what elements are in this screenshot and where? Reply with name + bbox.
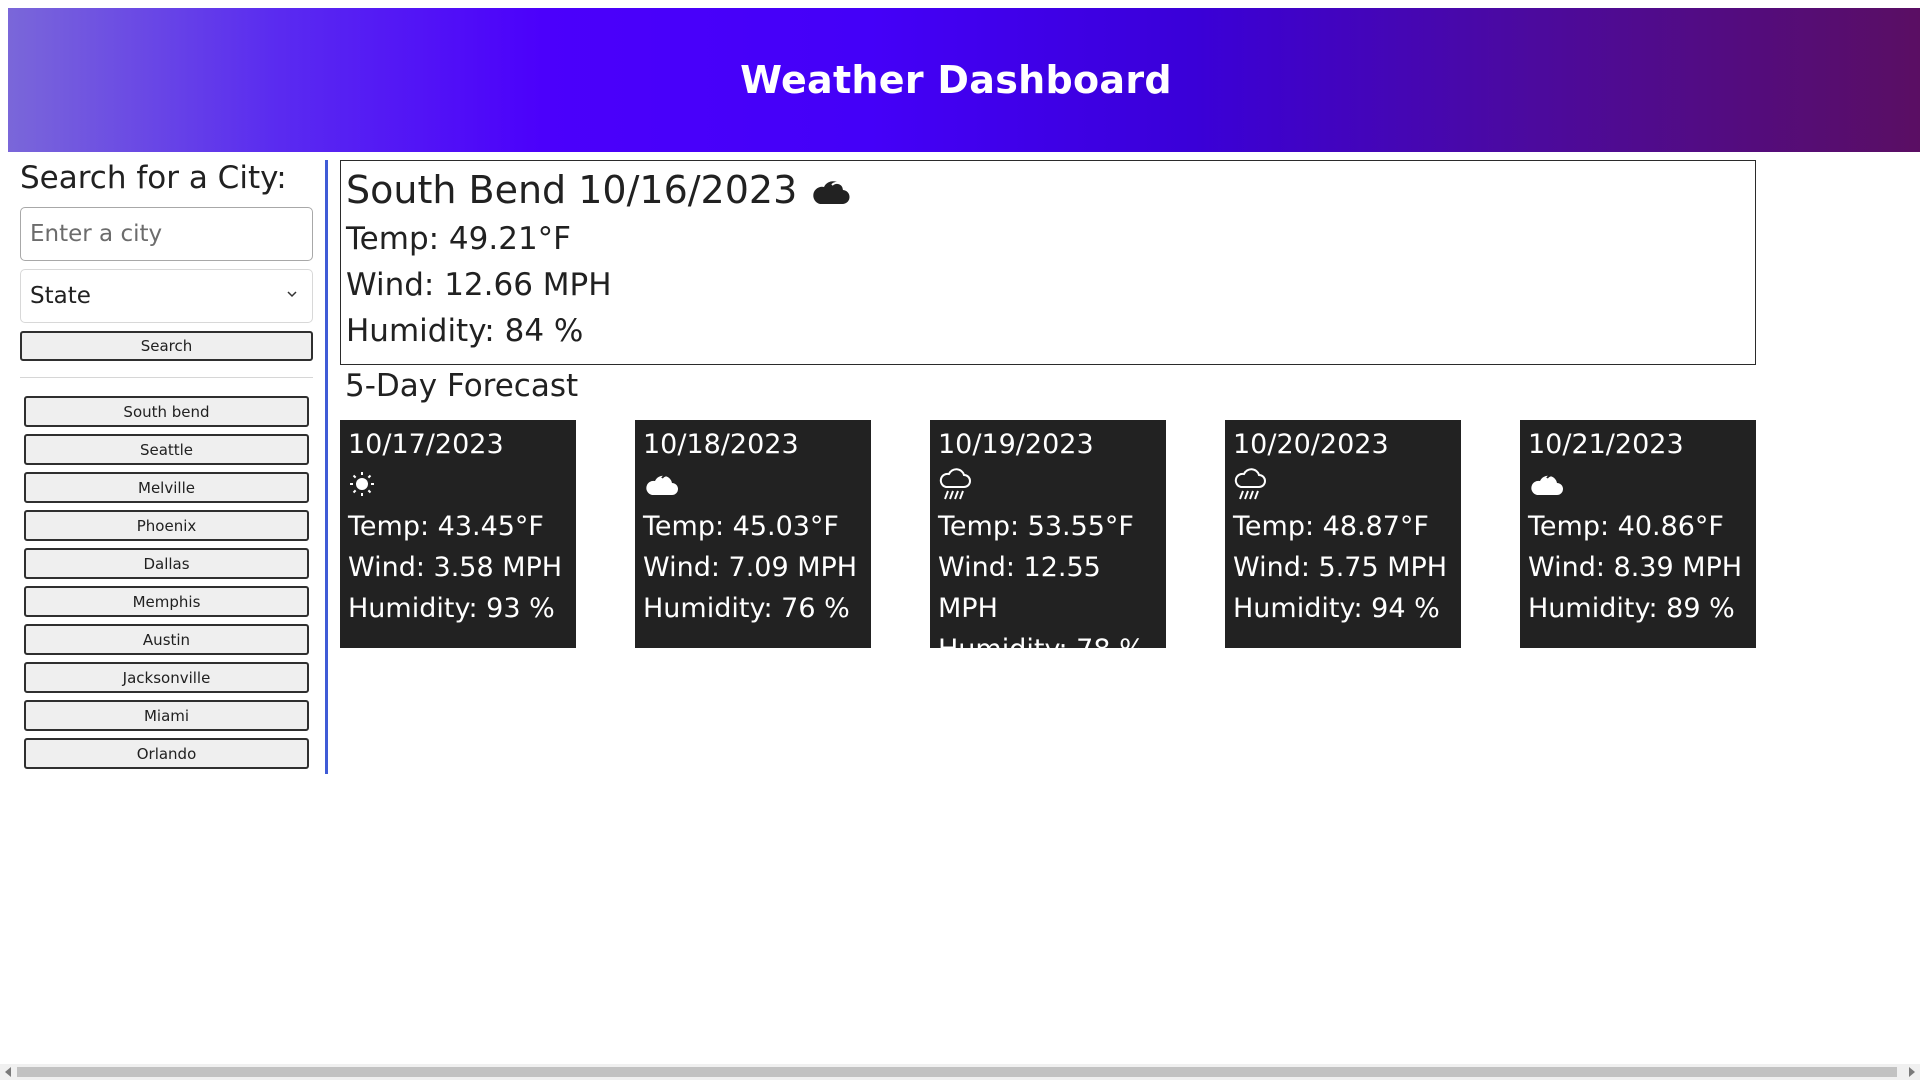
chevron-down-icon — [287, 291, 297, 298]
forecast-humidity: Humidity: 78 % — [938, 634, 1145, 665]
forecast-date: 10/21/2023 — [1528, 429, 1684, 460]
cloudy-icon — [813, 180, 850, 204]
sun-icon — [348, 462, 568, 506]
search-history-list: South bend Seattle Melville Phoenix Dallas Me… — [20, 396, 314, 770]
history-city-button[interactable]: Dallas — [24, 548, 309, 580]
history-city-button[interactable]: South bend — [24, 396, 309, 428]
forecast-temp: Temp: 43.45°F — [348, 511, 544, 542]
page-header: Weather Dashboard — [8, 8, 1920, 152]
page-title: Weather Dashboard — [740, 58, 1172, 102]
forecast-heading: 5-Day Forecast — [345, 368, 579, 404]
forecast-date: 10/17/2023 — [348, 429, 504, 460]
forecast-humidity: Humidity: 93 % — [348, 593, 555, 624]
forecast-temp: Temp: 40.86°F — [1528, 511, 1724, 542]
search-button[interactable]: Search — [20, 331, 313, 362]
forecast-temp: Temp: 48.87°F — [1233, 511, 1429, 542]
history-city-button[interactable]: Phoenix — [24, 510, 309, 542]
history-city-button[interactable]: Orlando — [24, 738, 309, 770]
rain-icon — [938, 462, 1158, 506]
forecast-card: 10/17/2023 Temp: 43.45°F Wind: 3.58 MPH Hum… — [340, 420, 576, 648]
cloudy-icon — [1528, 462, 1748, 506]
rain-icon — [1233, 462, 1453, 506]
forecast-humidity: Humidity: 76 % — [643, 593, 850, 624]
forecast-wind: Wind: 3.58 MPH — [348, 552, 563, 583]
forecast-humidity: Humidity: 94 % — [1233, 593, 1440, 624]
forecast-card: 10/18/2023 Temp: 45.03°F Wind: 7.09 MPH Hum… — [635, 420, 871, 648]
history-city-button[interactable]: Miami — [24, 700, 309, 732]
weather-dashboard-page: Weather Dashboard Search for a City: Sta… — [0, 0, 1920, 1080]
history-city-button[interactable]: Seattle — [24, 434, 309, 466]
forecast-temp: Temp: 53.55°F — [938, 511, 1134, 542]
sidebar-divider — [20, 377, 313, 379]
forecast-card: 10/19/2023 Temp: 53.55°F Wind: 12.55 MPH Hu… — [930, 420, 1166, 665]
forecast-wind: Wind: 7.09 MPH — [643, 552, 858, 583]
current-city-date: South Bend 10/16/2023 — [346, 168, 798, 212]
horizontal-scrollbar[interactable] — [0, 1064, 1920, 1080]
city-search-input[interactable] — [20, 207, 313, 262]
search-heading: Search for a City: — [20, 160, 287, 196]
forecast-cards: 10/17/2023 Temp: 43.45°F Wind: 3.58 MPH Hum… — [340, 420, 1756, 665]
forecast-card: 10/21/2023 Temp: 40.86°F Wind: 8.39 MPH Hum… — [1520, 420, 1756, 648]
current-temp: Temp: 49.21°F — [346, 220, 571, 257]
state-select-value: State — [30, 283, 91, 310]
current-city-heading: South Bend 10/16/2023 — [346, 167, 1750, 215]
scroll-right-icon[interactable] — [1909, 1067, 1915, 1077]
history-city-button[interactable]: Austin — [24, 624, 309, 656]
forecast-wind: Wind: 8.39 MPH — [1528, 552, 1743, 583]
forecast-date: 10/20/2023 — [1233, 429, 1389, 460]
scrollbar-thumb[interactable] — [17, 1067, 1897, 1077]
history-city-button[interactable]: Memphis — [24, 586, 309, 618]
current-wind: Wind: 12.66 MPH — [346, 266, 612, 303]
forecast-temp: Temp: 45.03°F — [643, 511, 839, 542]
history-city-button[interactable]: Melville — [24, 472, 309, 504]
current-weather-panel: South Bend 10/16/2023 Temp: 49.21°F Wind… — [340, 160, 1756, 365]
forecast-card: 10/20/2023 Temp: 48.87°F Wind: 5.75 MPH Hum… — [1225, 420, 1461, 648]
forecast-date: 10/18/2023 — [643, 429, 799, 460]
current-humidity: Humidity: 84 % — [346, 312, 584, 349]
state-select[interactable]: State — [20, 269, 313, 324]
forecast-wind: Wind: 12.55 MPH — [938, 552, 1101, 624]
forecast-wind: Wind: 5.75 MPH — [1233, 552, 1448, 583]
forecast-humidity: Humidity: 89 % — [1528, 593, 1735, 624]
sidebar-vertical-divider — [325, 160, 328, 774]
history-city-button[interactable]: Jacksonville — [24, 662, 309, 694]
scroll-left-icon[interactable] — [5, 1067, 11, 1077]
forecast-date: 10/19/2023 — [938, 429, 1094, 460]
search-sidebar: Search for a City: State Search South be… — [20, 160, 314, 772]
cloudy-icon — [643, 462, 863, 506]
